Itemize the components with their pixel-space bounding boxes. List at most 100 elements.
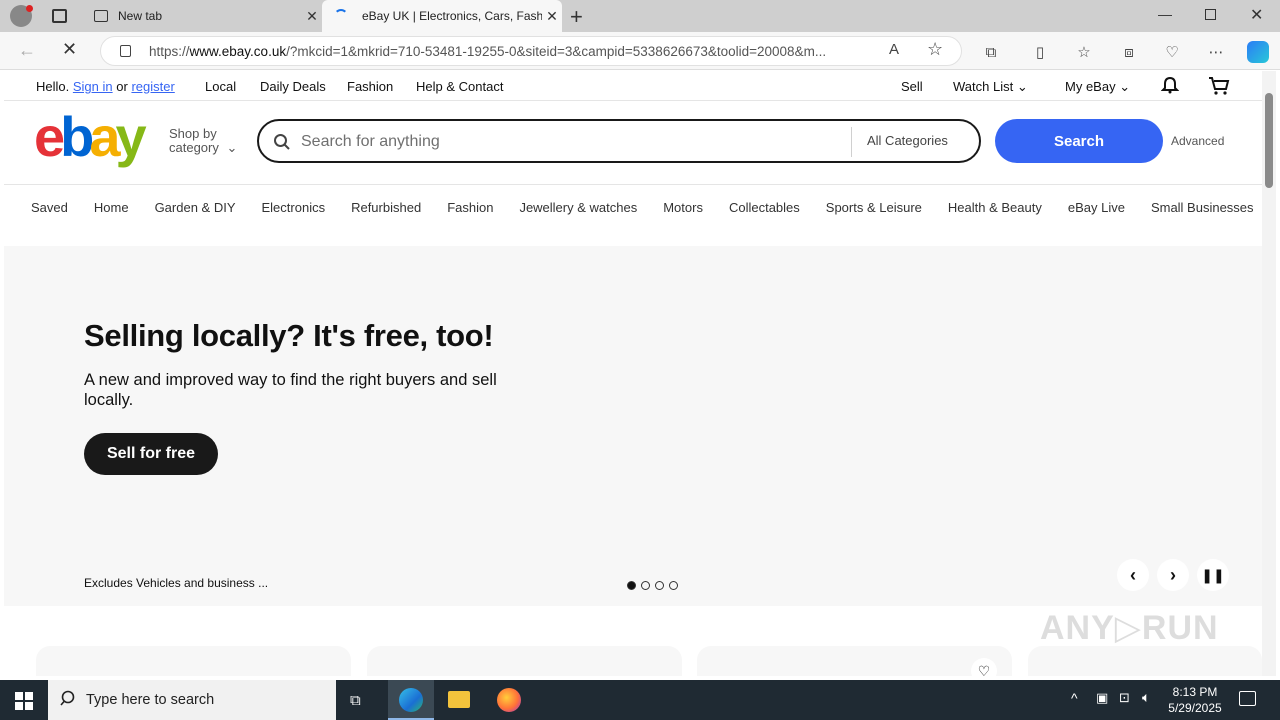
category-garden-diy[interactable]: Garden & DIY [155,200,236,215]
taskbar-search[interactable]: Type here to search [48,680,336,720]
notification-bell-icon[interactable] [1160,76,1180,94]
carousel-dot[interactable] [641,581,650,590]
favorites-icon[interactable]: ☆ [1073,41,1095,63]
category-collectables[interactable]: Collectables [729,200,800,215]
category-fashion[interactable]: Fashion [447,200,493,215]
browser-essentials-icon[interactable]: ♡ [1161,41,1183,63]
category-motors[interactable]: Motors [663,200,703,215]
hero-subtitle: A new and improved way to find the right… [84,371,497,409]
carousel-dots [627,581,678,590]
carousel-dot[interactable] [669,581,678,590]
search-input[interactable] [301,131,841,153]
category-saved[interactable]: Saved [31,200,68,215]
copilot-icon[interactable] [1247,41,1269,63]
nav-watch-list[interactable]: Watch List ⌄ [953,79,1028,95]
sell-for-free-button[interactable]: Sell for free [84,433,218,475]
carousel-dot[interactable] [655,581,664,590]
heart-icon[interactable]: ♡ [971,658,997,676]
tab-new-tab[interactable]: New tab ✕ [84,0,322,32]
advanced-search-link[interactable]: Advanced [1171,134,1224,148]
carousel-pause-button[interactable]: ❚❚ [1197,559,1229,591]
nav-daily-deals[interactable]: Daily Deals [260,79,326,94]
clock[interactable]: 8:13 PM 5/29/2025 [1162,684,1228,716]
nav-sell[interactable]: Sell [901,79,923,94]
task-view-icon[interactable]: ⧉ [350,692,361,709]
close-icon[interactable]: ✕ [542,8,562,25]
shop-by-category[interactable]: Shop by category ⌄ [169,127,237,155]
chevron-down-icon: ⌄ [226,140,238,155]
category-refurbished[interactable]: Refurbished [351,200,421,215]
lock-icon[interactable] [120,45,131,57]
chevron-left-icon: ‹ [1130,564,1136,585]
search-bar: All Categories [257,119,981,163]
collections-icon[interactable]: ⧈ [1118,41,1140,63]
read-aloud-icon[interactable]: A [889,41,899,58]
sign-in-link[interactable]: Sign in [73,79,113,94]
close-icon[interactable]: ✕ [302,8,322,25]
ebay-logo[interactable]: ebay [34,107,147,167]
page-scrollbar[interactable] [1262,71,1276,676]
back-icon[interactable]: ← [18,40,36,61]
category-ebay-live[interactable]: eBay Live [1068,200,1125,215]
restore-icon[interactable] [1205,9,1216,20]
promo-card[interactable] [1028,646,1262,676]
scrollbar-thumb[interactable] [1265,93,1273,188]
hero-title: Selling locally? It's free, too! [84,318,494,353]
watermark-logo: ANY▷RUN [1040,609,1219,647]
url-text[interactable]: https://www.ebay.co.uk/?mkcid=1&mkrid=71… [149,44,879,59]
category-sports-leisure[interactable]: Sports & Leisure [826,200,922,215]
register-link[interactable]: register [131,79,174,94]
promo-card[interactable] [36,646,351,676]
nav-fashion[interactable]: Fashion [347,79,393,94]
hero-footnote: Excludes Vehicles and business ... [84,576,269,590]
more-menu-icon[interactable]: ⋯ [1205,41,1227,63]
category-home[interactable]: Home [94,200,129,215]
chevron-right-icon: › [1170,564,1176,585]
edge-icon[interactable] [388,680,434,720]
tab-actions-icon[interactable] [52,9,67,23]
search-button[interactable]: Search [995,119,1163,163]
category-select[interactable]: All Categories [867,133,948,148]
notifications-icon[interactable] [1239,691,1256,706]
promo-card[interactable]: ♡ [697,646,1012,676]
device-icon[interactable]: ▣ [1096,690,1108,706]
favorite-star-icon[interactable]: ☆ [927,39,943,60]
newtab-icon [94,10,108,22]
category-electronics[interactable]: Electronics [262,200,326,215]
volume-icon[interactable]: 🔈︎ [1142,689,1150,706]
promo-card[interactable] [367,646,682,676]
address-bar[interactable]: https://www.ebay.co.uk/?mkcid=1&mkrid=71… [100,36,962,66]
greeting: Hello. Sign in or register [36,79,175,94]
carousel-next-button[interactable]: › [1157,559,1189,591]
profile-icon[interactable] [10,5,33,27]
network-icon[interactable]: ⊡ [1119,690,1130,706]
new-tab-icon[interactable]: + [570,4,583,30]
carousel-prev-button[interactable]: ‹ [1117,559,1149,591]
file-explorer-icon[interactable] [448,691,470,708]
split-screen-icon[interactable]: ▯ [1029,41,1051,63]
stop-icon[interactable]: ✕ [62,39,77,60]
firefox-icon[interactable] [497,688,521,712]
category-health-beauty[interactable]: Health & Beauty [948,200,1042,215]
category-jewellery-watches[interactable]: Jewellery & watches [519,200,637,215]
pause-icon: ❚❚ [1201,566,1225,583]
nav-my-ebay[interactable]: My eBay ⌄ [1065,79,1130,95]
carousel-dot[interactable] [627,581,636,590]
windows-start-icon[interactable] [15,692,33,710]
category-small-businesses[interactable]: Small Businesses [1151,200,1254,215]
cart-icon[interactable] [1208,76,1230,96]
ebay-page: Hello. Sign in or register Local Daily D… [4,71,1262,676]
taskbar-search-text: Type here to search [86,692,215,708]
nav-local[interactable]: Local [205,79,236,94]
extensions-icon[interactable]: ⧉ [980,41,1002,63]
close-window-icon[interactable]: ✕ [1250,5,1263,25]
category-divider [4,184,1262,185]
search-icon [273,133,291,156]
tray-chevron-icon[interactable]: ^ [1071,690,1078,706]
chevron-down-icon: ⌄ [1119,79,1131,94]
minimize-icon[interactable]: — [1158,6,1172,22]
browser-tabstrip: New tab ✕ eBay UK | Electronics, Cars, F… [0,0,1280,32]
nav-help-contact[interactable]: Help & Contact [416,79,503,94]
tab-ebay[interactable]: eBay UK | Electronics, Cars, Fashi ✕ [322,0,562,32]
loading-icon [334,9,348,23]
